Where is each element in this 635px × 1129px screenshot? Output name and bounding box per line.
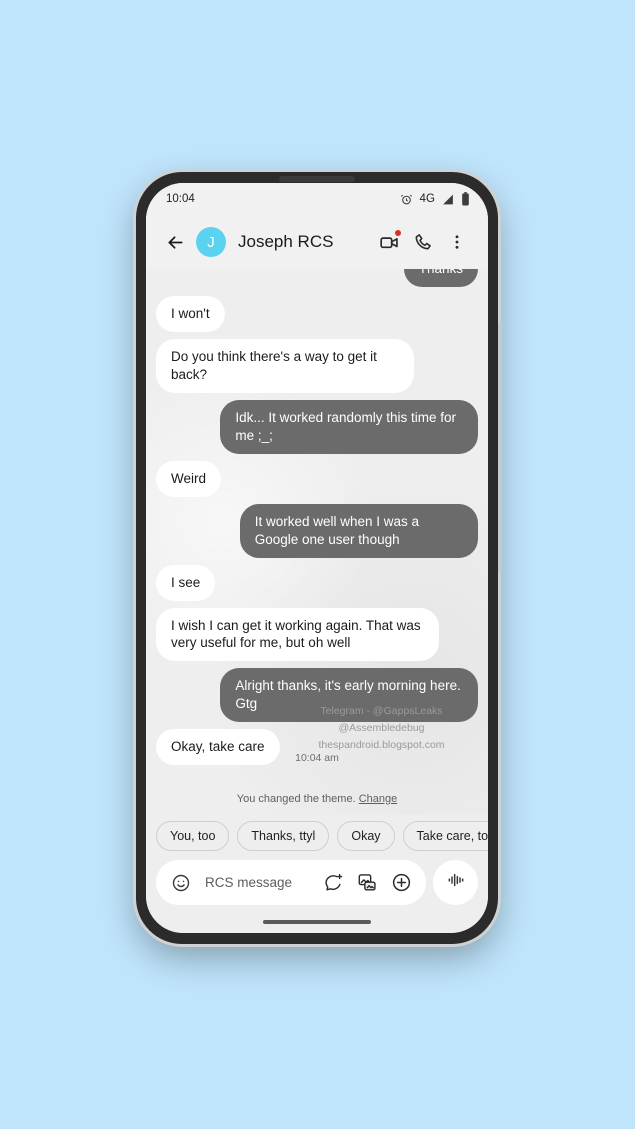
suggestion-chip[interactable]: Okay — [337, 821, 395, 851]
message-bubble-incoming[interactable]: Do you think there's a way to get it bac… — [156, 338, 414, 393]
signal-icon — [441, 193, 455, 206]
message-row[interactable]: Do you think there's a way to get it bac… — [156, 338, 478, 393]
message-input[interactable]: RCS message — [205, 875, 311, 890]
power-button[interactable] — [498, 322, 502, 572]
message-bubble-outgoing[interactable]: Idk... It worked randomly this time for … — [220, 399, 478, 454]
earpiece-speaker — [279, 176, 355, 182]
voice-waveform-icon — [446, 870, 466, 895]
contact-name[interactable]: Joseph RCS — [238, 232, 372, 252]
suggestion-chip[interactable]: Take care, too — [402, 821, 488, 851]
status-bar-indicators: 4G — [400, 192, 470, 206]
video-call-badge — [395, 230, 401, 236]
message-bubble-outgoing[interactable]: Thanks — [403, 269, 478, 287]
home-indicator[interactable] — [263, 920, 371, 924]
battery-icon — [461, 192, 470, 206]
message-bubble-incoming[interactable]: Weird — [156, 460, 222, 497]
message-row[interactable]: Idk... It worked randomly this time for … — [156, 399, 478, 454]
alarm-icon — [400, 193, 413, 206]
suggestion-chip[interactable]: You, too — [156, 821, 230, 851]
input-bar: RCS message — [146, 860, 488, 911]
message-bubble-incoming[interactable]: I won't — [156, 295, 225, 332]
emoji-smiley-icon[interactable] — [169, 871, 193, 895]
message-row[interactable]: I see — [156, 564, 478, 601]
message-bubble-outgoing[interactable]: It worked well when I was a Google one u… — [239, 503, 478, 558]
voice-record-button[interactable] — [433, 860, 478, 905]
message-bubble-incoming[interactable]: I see — [156, 564, 216, 601]
more-options-button[interactable] — [440, 225, 474, 259]
app-bar: J Joseph RCS — [146, 215, 488, 269]
status-bar-time: 10:04 — [166, 193, 195, 205]
plus-circle-icon[interactable] — [389, 871, 413, 895]
message-row[interactable]: It worked well when I was a Google one u… — [156, 503, 478, 558]
suggestion-chip[interactable]: Thanks, ttyl — [237, 821, 330, 851]
network-type-label: 4G — [419, 193, 435, 205]
compose-field[interactable]: RCS message — [156, 860, 426, 905]
back-button[interactable] — [158, 225, 192, 259]
phone-call-button[interactable] — [406, 225, 440, 259]
gallery-icon[interactable] — [355, 871, 379, 895]
phone-frame: 10:04 4G J Joseph RCS I won't Do you thi… — [136, 172, 502, 944]
magic-compose-icon[interactable] — [321, 871, 345, 895]
theme-change-link[interactable]: Change — [359, 793, 398, 805]
message-bubble-incoming[interactable]: Okay, take care — [156, 729, 280, 766]
home-indicator-area — [146, 911, 488, 933]
message-row[interactable]: I won't — [156, 295, 478, 332]
message-row[interactable]: Thanks — [156, 269, 478, 287]
message-row[interactable]: I wish I can get it working again. That … — [156, 607, 478, 662]
message-bubble-outgoing[interactable]: Alright thanks, it's early morning here.… — [220, 668, 478, 723]
status-bar: 10:04 4G — [146, 183, 488, 215]
video-call-button[interactable] — [372, 225, 406, 259]
phone-screen: 10:04 4G J Joseph RCS I won't Do you thi… — [146, 183, 488, 933]
theme-notice-text: You changed the theme. — [236, 793, 356, 805]
message-bubble-incoming[interactable]: I wish I can get it working again. That … — [156, 607, 440, 662]
avatar-initial: J — [207, 233, 215, 251]
message-row[interactable]: Weird — [156, 460, 478, 497]
suggestion-chips: You, too Thanks, ttyl Okay Take care, to… — [146, 815, 488, 860]
theme-change-notice: You changed the theme. Change — [146, 793, 488, 805]
message-row[interactable]: Alright thanks, it's early morning here.… — [156, 668, 478, 723]
avatar[interactable]: J — [196, 227, 226, 257]
message-timestamp: 10:04 am — [295, 752, 339, 764]
conversation-thread[interactable]: Thanks I won't Do you think there's a wa… — [146, 269, 488, 815]
